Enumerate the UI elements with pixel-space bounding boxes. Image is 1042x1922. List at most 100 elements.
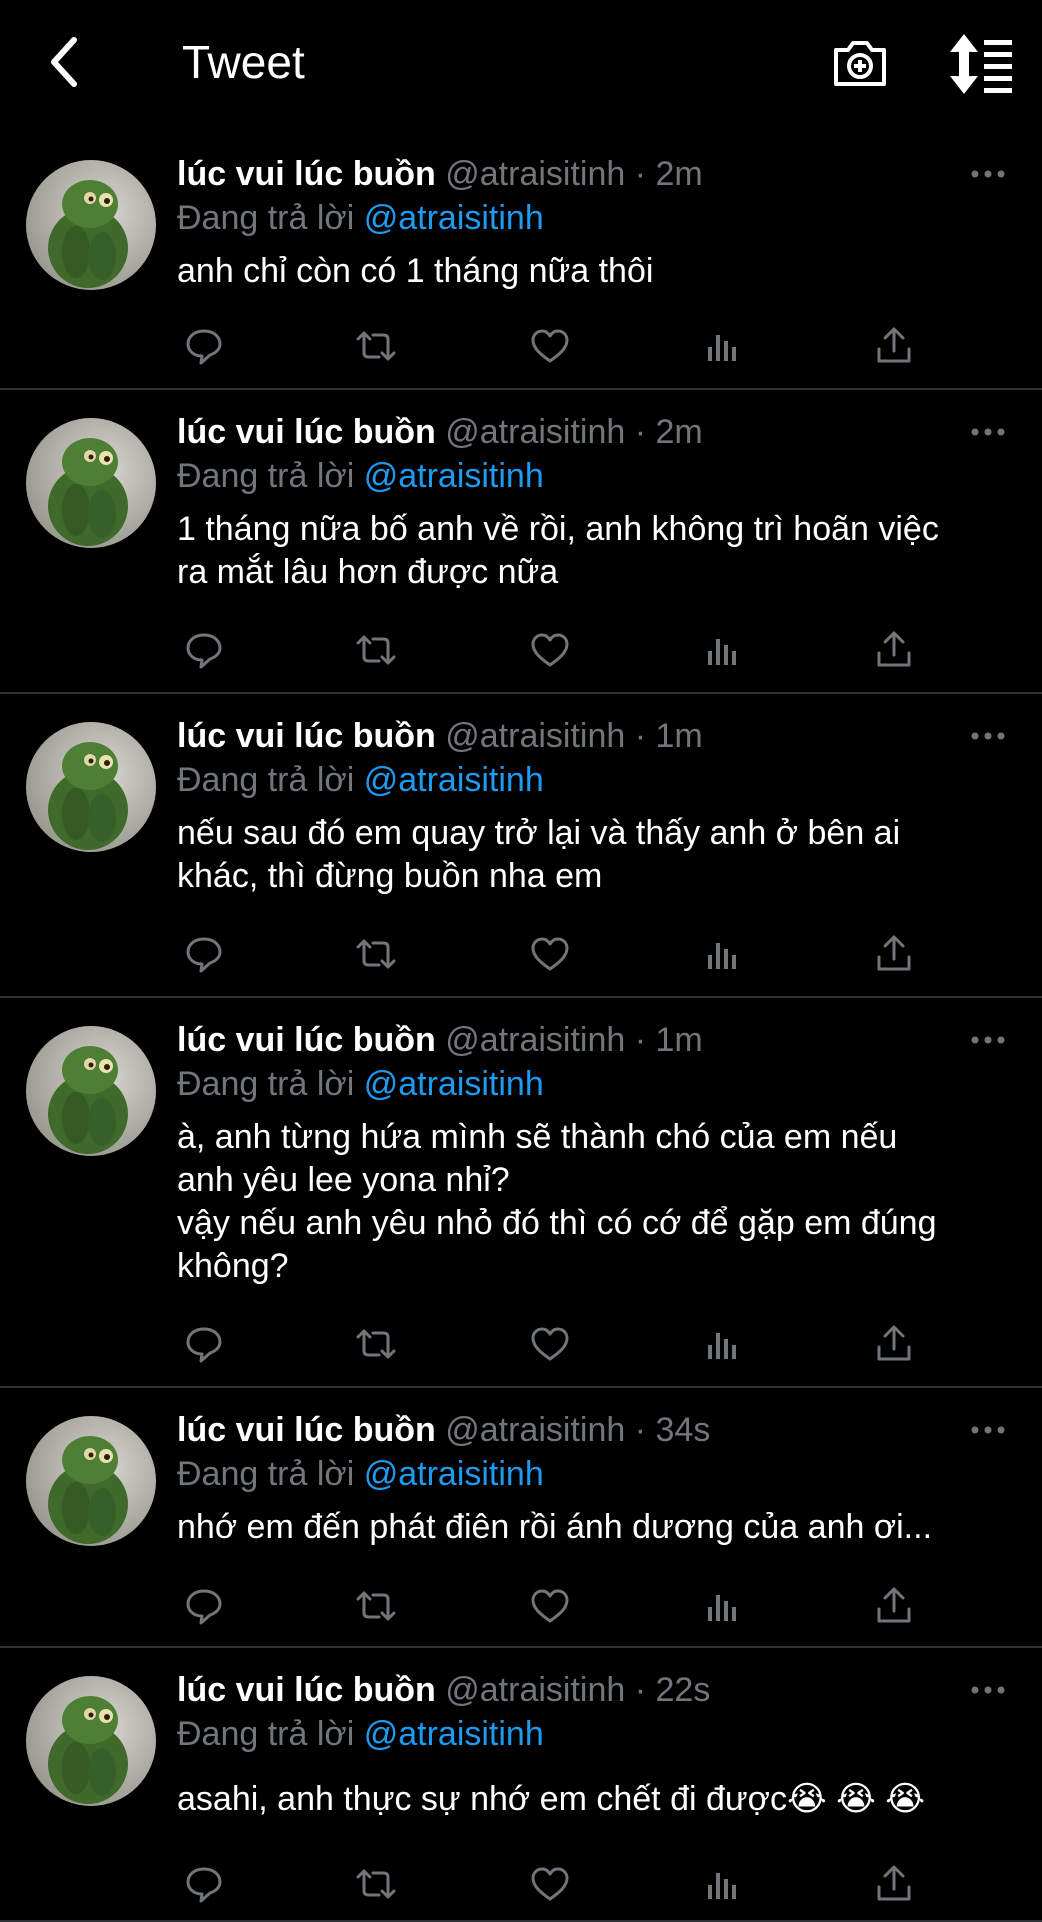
timestamp: 2m: [655, 413, 703, 451]
views-button[interactable]: [696, 928, 748, 980]
avatar[interactable]: [26, 1026, 156, 1156]
reply-button[interactable]: [178, 1580, 230, 1632]
share-icon: [877, 631, 911, 667]
user-handle[interactable]: @atraisitinh: [445, 717, 625, 755]
replying-to-handle[interactable]: @atraisitinh: [364, 1455, 544, 1493]
like-button[interactable]: [524, 320, 576, 372]
tweet[interactable]: lúc vui lúc buồn @atraisitinh · 2m Đang …: [0, 132, 1042, 390]
replying-to-handle[interactable]: @atraisitinh: [364, 199, 544, 237]
avatar[interactable]: [26, 1676, 156, 1806]
like-icon: [531, 937, 569, 971]
views-button[interactable]: [696, 1858, 748, 1910]
replying-to-label: Đang trả lời: [177, 457, 355, 495]
share-button[interactable]: [868, 1318, 920, 1370]
separator-dot: ·: [634, 155, 647, 193]
share-button[interactable]: [868, 320, 920, 372]
tweet-actions: [170, 320, 930, 372]
more-options-button[interactable]: [970, 1030, 1006, 1050]
tweet-meta: lúc vui lúc buồn @atraisitinh · 1m: [177, 1018, 703, 1062]
like-button[interactable]: [524, 624, 576, 676]
replying-to: Đang trả lời @atraisitinh: [177, 196, 544, 240]
share-button[interactable]: [868, 624, 920, 676]
avatar[interactable]: [26, 160, 156, 290]
like-icon: [531, 329, 569, 363]
views-button[interactable]: [696, 1318, 748, 1370]
views-button[interactable]: [696, 320, 748, 372]
views-button[interactable]: [696, 1580, 748, 1632]
tweet-actions: [170, 624, 930, 676]
views-button[interactable]: [696, 624, 748, 676]
more-options-button[interactable]: [970, 1420, 1006, 1440]
display-name[interactable]: lúc vui lúc buồn: [177, 1411, 436, 1449]
like-button[interactable]: [524, 1318, 576, 1370]
like-icon: [531, 1589, 569, 1623]
separator-dot: ·: [634, 1411, 647, 1449]
avatar[interactable]: [26, 722, 156, 852]
retweet-button[interactable]: [350, 624, 402, 676]
replying-to-handle[interactable]: @atraisitinh: [364, 1065, 544, 1103]
sort-button[interactable]: [946, 32, 1016, 96]
more-icon: [971, 428, 1005, 436]
replying-to: Đang trả lời @atraisitinh: [177, 1712, 544, 1756]
share-icon: [877, 935, 911, 971]
more-options-button[interactable]: [970, 422, 1006, 442]
more-options-button[interactable]: [970, 1680, 1006, 1700]
replying-to-handle[interactable]: @atraisitinh: [364, 761, 544, 799]
back-button[interactable]: [34, 32, 94, 92]
tweet[interactable]: lúc vui lúc buồn @atraisitinh · 1m Đang …: [0, 998, 1042, 1388]
sort-icon: [950, 34, 1012, 94]
retweet-button[interactable]: [350, 320, 402, 372]
reply-icon: [186, 329, 222, 365]
reply-button[interactable]: [178, 1318, 230, 1370]
tweet-meta: lúc vui lúc buồn @atraisitinh · 1m: [177, 714, 703, 758]
timestamp: 1m: [655, 717, 703, 755]
display-name[interactable]: lúc vui lúc buồn: [177, 1671, 436, 1709]
replying-to-handle[interactable]: @atraisitinh: [364, 1715, 544, 1753]
like-button[interactable]: [524, 1858, 576, 1910]
user-handle[interactable]: @atraisitinh: [445, 155, 625, 193]
tweet-meta: lúc vui lúc buồn @atraisitinh · 22s: [177, 1668, 710, 1712]
retweet-button[interactable]: [350, 1858, 402, 1910]
reply-button[interactable]: [178, 624, 230, 676]
more-options-button[interactable]: [970, 726, 1006, 746]
user-handle[interactable]: @atraisitinh: [445, 1671, 625, 1709]
user-handle[interactable]: @atraisitinh: [445, 1411, 625, 1449]
page-title: Tweet: [182, 36, 305, 88]
retweet-icon: [356, 1869, 396, 1899]
like-icon: [531, 633, 569, 667]
replying-to-handle[interactable]: @atraisitinh: [364, 457, 544, 495]
user-handle[interactable]: @atraisitinh: [445, 1021, 625, 1059]
tweet[interactable]: lúc vui lúc buồn @atraisitinh · 22s Đang…: [0, 1648, 1042, 1922]
more-options-button[interactable]: [970, 164, 1006, 184]
tweet-text: asahi, anh thực sự nhớ em chết đi được😭 …: [177, 1780, 926, 1818]
camera-button[interactable]: [830, 32, 890, 92]
reply-button[interactable]: [178, 928, 230, 980]
tweet[interactable]: lúc vui lúc buồn @atraisitinh · 1m Đang …: [0, 694, 1042, 998]
display-name[interactable]: lúc vui lúc buồn: [177, 155, 436, 193]
tweet-actions: [170, 928, 930, 980]
reply-button[interactable]: [178, 1858, 230, 1910]
tweet-actions: [170, 1318, 930, 1370]
display-name[interactable]: lúc vui lúc buồn: [177, 413, 436, 451]
replying-to: Đang trả lời @atraisitinh: [177, 454, 544, 498]
display-name[interactable]: lúc vui lúc buồn: [177, 717, 436, 755]
like-button[interactable]: [524, 1580, 576, 1632]
tweet-text: nhớ em đến phát điên rồi ánh dương của a…: [177, 1508, 933, 1546]
display-name[interactable]: lúc vui lúc buồn: [177, 1021, 436, 1059]
retweet-button[interactable]: [350, 1580, 402, 1632]
reply-button[interactable]: [178, 320, 230, 372]
avatar[interactable]: [26, 1416, 156, 1546]
avatar[interactable]: [26, 418, 156, 548]
retweet-button[interactable]: [350, 928, 402, 980]
like-button[interactable]: [524, 928, 576, 980]
share-button[interactable]: [868, 1580, 920, 1632]
user-handle[interactable]: @atraisitinh: [445, 413, 625, 451]
tweet[interactable]: lúc vui lúc buồn @atraisitinh · 34s Đang…: [0, 1388, 1042, 1648]
tweet[interactable]: lúc vui lúc buồn @atraisitinh · 2m Đang …: [0, 390, 1042, 694]
retweet-button[interactable]: [350, 1318, 402, 1370]
share-icon: [877, 1325, 911, 1361]
share-button[interactable]: [868, 928, 920, 980]
separator-dot: ·: [634, 413, 647, 451]
camera-plus-icon: [834, 41, 886, 86]
share-button[interactable]: [868, 1858, 920, 1910]
